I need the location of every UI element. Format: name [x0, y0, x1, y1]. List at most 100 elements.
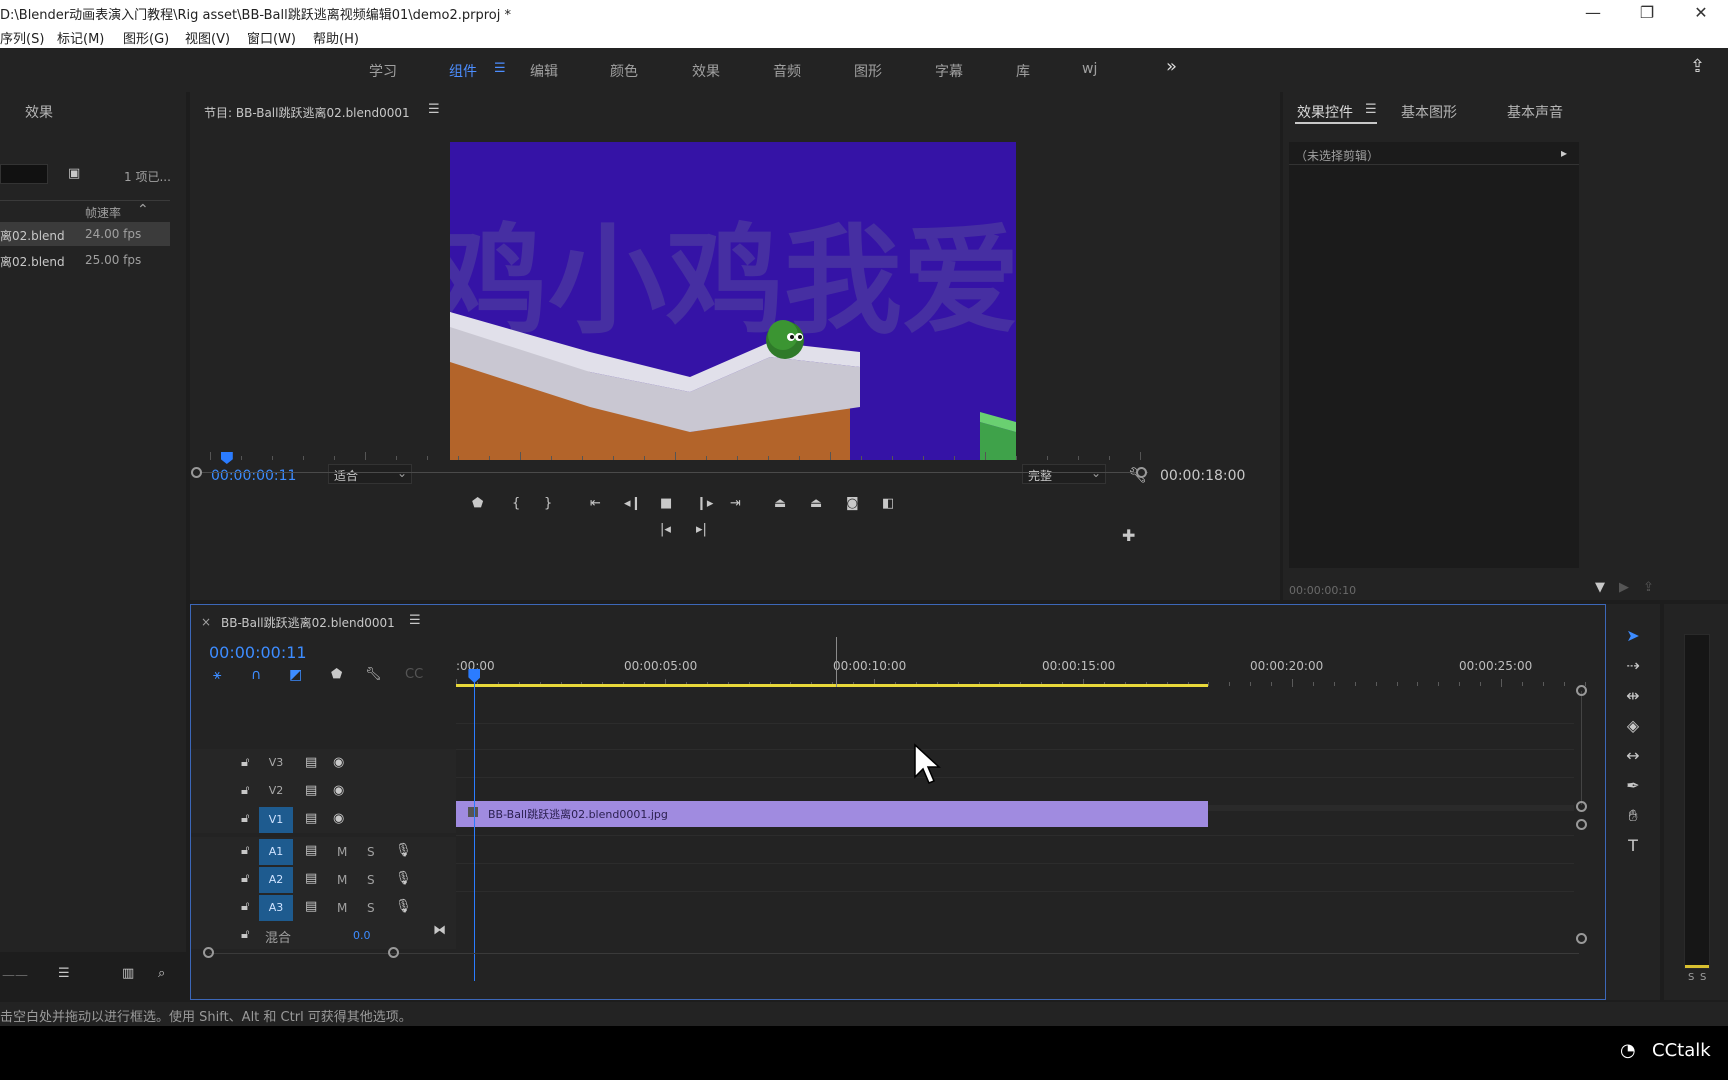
lift-icon[interactable]: ⏏: [774, 496, 786, 511]
workspace-graphics[interactable]: 图形: [854, 61, 882, 81]
go-to-end-icon[interactable]: ⧓: [433, 923, 446, 938]
mute-button[interactable]: M: [337, 873, 347, 887]
caret-right-icon[interactable]: ▸: [1561, 146, 1567, 160]
fit-dropdown[interactable]: 适合 ⌄: [328, 464, 412, 484]
list-item[interactable]: 离02.blend 25.00 fps: [0, 248, 170, 272]
menu-window[interactable]: 窗口(W): [247, 28, 296, 47]
workspace-edit[interactable]: 编辑: [530, 61, 558, 81]
add-marker-icon[interactable]: ⬟: [472, 496, 483, 511]
sort-up-icon[interactable]: ⌃: [137, 202, 149, 218]
comparison-view-icon[interactable]: ◧: [882, 496, 894, 511]
program-monitor-title[interactable]: 节目: BB-Ball跳跃逃离02.blend0001: [204, 104, 410, 121]
menu-marker[interactable]: 标记(M): [57, 28, 104, 47]
extract-icon[interactable]: ⏏: [810, 496, 822, 511]
workspace-captions[interactable]: 字幕: [935, 61, 963, 81]
razor-tool-icon[interactable]: ◈: [1618, 716, 1648, 740]
timeline-timecode[interactable]: 00:00:00:11: [209, 643, 307, 662]
snap-magnet-icon[interactable]: ∩: [251, 667, 261, 683]
nest-icon[interactable]: ⚹: [213, 667, 221, 683]
lock-icon[interactable]: 🔓︎: [241, 811, 249, 826]
workspace-color[interactable]: 颜色: [610, 61, 638, 81]
track-target-v2[interactable]: V2: [259, 780, 293, 802]
eye-icon[interactable]: ◉: [333, 811, 344, 826]
list-view-icon[interactable]: ☰: [58, 966, 70, 981]
lock-icon[interactable]: 🔓︎: [241, 783, 249, 798]
zoom-slider[interactable]: ——: [2, 968, 28, 983]
sync-lock-icon[interactable]: ▤: [305, 755, 317, 770]
work-area-bar[interactable]: [456, 684, 1209, 687]
search-icon[interactable]: ⌕: [158, 966, 165, 981]
mute-button[interactable]: M: [337, 901, 347, 915]
search-input[interactable]: [0, 164, 48, 184]
microphone-icon[interactable]: 🎙︎: [395, 871, 412, 886]
playhead-timecode[interactable]: 00:00:00:11: [211, 468, 296, 484]
sequence-tab[interactable]: BB-Ball跳跃逃离02.blend0001: [221, 614, 395, 631]
restore-button[interactable]: ❐: [1624, 2, 1670, 24]
zoom-handle-right[interactable]: [388, 947, 399, 958]
go-to-prev-edit-icon[interactable]: |◂: [660, 522, 671, 537]
eye-icon[interactable]: ◉: [333, 755, 344, 770]
workspace-learn[interactable]: 学习: [369, 61, 397, 81]
zoom-handle-left[interactable]: [191, 467, 202, 478]
menu-graphics[interactable]: 图形(G): [123, 28, 169, 47]
solo-button[interactable]: S: [367, 901, 375, 915]
lock-icon[interactable]: 🔓︎: [241, 927, 249, 942]
panel-menu-icon[interactable]: ☰: [428, 102, 440, 117]
close-button[interactable]: ✕: [1678, 2, 1724, 24]
selection-tool-icon[interactable]: ➤: [1618, 626, 1648, 650]
sync-lock-icon[interactable]: ▤: [305, 811, 317, 826]
quality-dropdown[interactable]: 完整 ⌄: [1022, 464, 1106, 484]
linked-selection-icon[interactable]: ◩: [289, 667, 302, 683]
slip-tool-icon[interactable]: ↔: [1618, 746, 1648, 770]
menu-help[interactable]: 帮助(H): [313, 28, 359, 47]
go-to-out-icon[interactable]: ⇥: [730, 496, 741, 511]
scroll-handle[interactable]: [1576, 819, 1587, 830]
menu-sequence[interactable]: 序列(S): [0, 28, 44, 47]
more-workspaces-icon[interactable]: »: [1166, 56, 1177, 77]
solo-right[interactable]: S: [1700, 972, 1706, 983]
go-to-next-edit-icon[interactable]: ▸|: [696, 522, 707, 537]
step-back-icon[interactable]: ◂❙: [624, 496, 641, 511]
workspace-assembly[interactable]: 组件: [449, 61, 477, 81]
sync-lock-icon[interactable]: ▤: [305, 871, 317, 886]
mark-out-icon[interactable]: }: [544, 496, 552, 511]
zoom-track[interactable]: [196, 472, 1148, 473]
panel-menu-icon[interactable]: ☰: [409, 613, 421, 628]
mark-in-icon[interactable]: {: [512, 496, 520, 511]
mix-volume-value[interactable]: 0.0: [353, 929, 371, 942]
lock-icon[interactable]: 🔓︎: [241, 755, 249, 770]
workspace-libraries[interactable]: 库: [1016, 61, 1030, 81]
track-target-a1[interactable]: A1: [259, 839, 293, 865]
wrench-icon[interactable]: 🔧︎: [365, 667, 382, 682]
zoom-handle-left[interactable]: [203, 947, 214, 958]
hand-tool-icon[interactable]: ✋︎: [1618, 806, 1648, 830]
video-preview[interactable]: 鸡小鸡我爱: [450, 142, 1016, 460]
solo-button[interactable]: S: [367, 845, 375, 859]
new-bin-icon[interactable]: ▣: [68, 166, 80, 181]
type-tool-icon[interactable]: T: [1618, 836, 1648, 860]
list-item[interactable]: 离02.blend 24.00 fps: [0, 222, 170, 246]
close-icon[interactable]: ×: [201, 615, 211, 629]
icon-view-icon[interactable]: ▥: [122, 966, 134, 981]
zoom-handle-right[interactable]: [1136, 467, 1147, 478]
column-header-fps[interactable]: 帧速率: [85, 204, 121, 221]
track-target-v3[interactable]: V3: [259, 752, 293, 774]
mute-button[interactable]: M: [337, 845, 347, 859]
tab-effect-controls[interactable]: 效果控件: [1297, 102, 1353, 122]
tab-essential-graphics[interactable]: 基本图形: [1401, 102, 1457, 122]
sync-lock-icon[interactable]: ▤: [305, 899, 317, 914]
lock-icon[interactable]: 🔓︎: [241, 843, 249, 858]
sync-lock-icon[interactable]: ▤: [305, 783, 317, 798]
video-scrollbar[interactable]: [1581, 691, 1582, 805]
ripple-edit-tool-icon[interactable]: ⇹: [1618, 686, 1648, 710]
pen-tool-icon[interactable]: ✒: [1618, 776, 1648, 800]
play-audio-icon[interactable]: ▶: [1619, 580, 1629, 595]
microphone-icon[interactable]: 🎙︎: [395, 899, 412, 914]
scroll-handle[interactable]: [1576, 685, 1587, 696]
eye-icon[interactable]: ◉: [333, 783, 344, 798]
panel-menu-icon[interactable]: ☰: [1365, 102, 1377, 117]
sync-lock-icon[interactable]: ▤: [305, 843, 317, 858]
track-select-tool-icon[interactable]: ⇢: [1618, 656, 1648, 680]
captions-icon[interactable]: CC: [405, 667, 423, 682]
step-forward-icon[interactable]: ❙▸: [696, 496, 713, 511]
